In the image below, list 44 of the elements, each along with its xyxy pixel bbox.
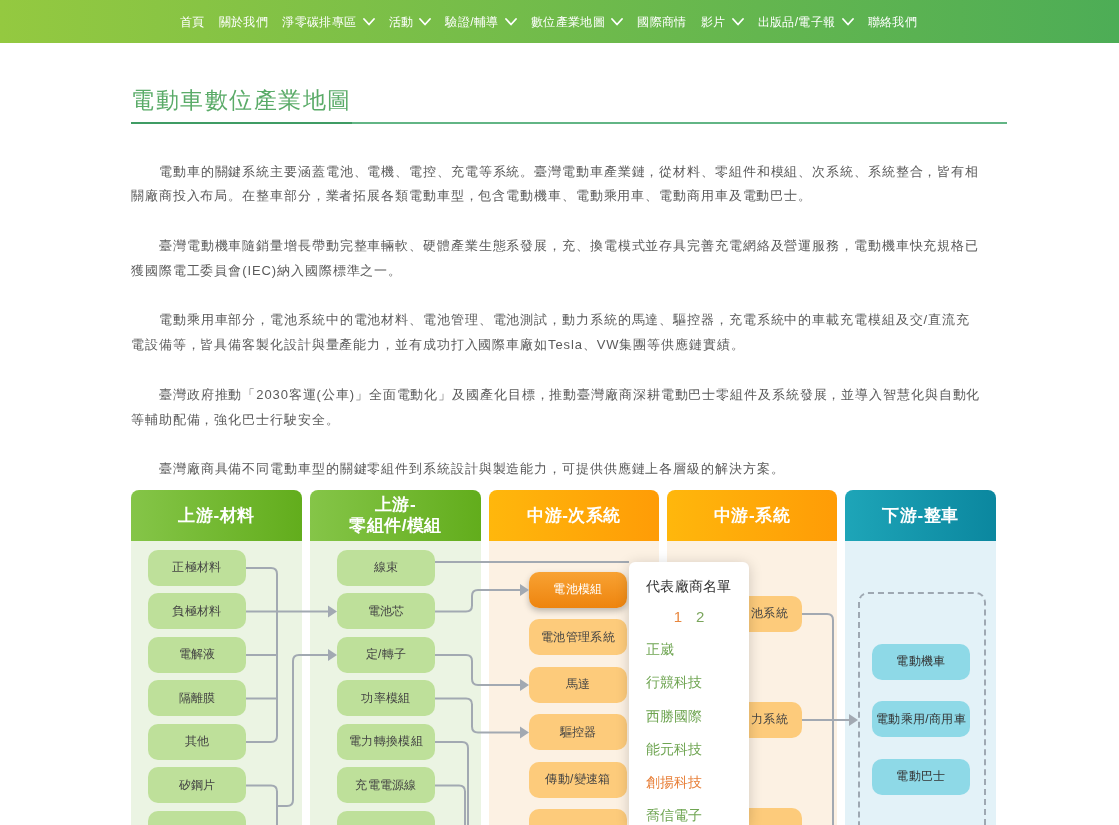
diagram-node[interactable]: 驅控器 xyxy=(529,714,627,751)
diagram-node[interactable]: 電動機車 xyxy=(872,643,970,680)
diagram-node[interactable]: 電動乘用/商用車 xyxy=(872,701,970,738)
column-header: 中游-次系統 xyxy=(489,489,659,541)
diagram-node[interactable]: 電力轉換模組 xyxy=(337,723,435,760)
chevron-icon xyxy=(504,17,517,26)
diagram-node[interactable]: 正極材料 xyxy=(148,549,246,586)
diagram-node[interactable]: 負極材料 xyxy=(148,593,246,630)
paragraph: 電動車的關鍵系統主要涵蓋電池、電機、電控、充電等系統。臺灣電動車產業鏈，從材料、零組件和模組、次系統、系統整合，皆有相 關廠商投入布局。在整車部分，業者拓展各類電動車型，包含電動機車、電動乘用車、電動商用車及電動巴士。 xyxy=(131,162,981,206)
chevron-icon xyxy=(841,17,854,26)
column-header: 中游-系統 xyxy=(667,489,837,541)
diagram-node[interactable]: 力系統 xyxy=(749,701,802,738)
paragraph: 電動乘用車部分，電池系統中的電池材料、電池管理、電池測試，動力系統的馬達、驅控器，充電系統中的車載充電模組及交/直流充 電設備等，皆具備客製化設計與量產能力，並有成功打入國際車廠如Tesla、VW集團等供應鏈實績。 xyxy=(131,311,971,355)
chevron-icon xyxy=(362,17,375,26)
diagram-node[interactable]: 池系統 xyxy=(749,595,802,632)
diagram-node[interactable]: 線束 xyxy=(337,549,435,586)
diagram-node[interactable]: 充電電源線 xyxy=(337,767,435,804)
diagram-node[interactable] xyxy=(148,810,246,825)
diagram-node[interactable]: 電動巴士 xyxy=(872,758,970,795)
paragraph: 臺灣政府推動「2030客運(公車)」全面電動化」及國產化目標，推動臺灣廠商深耕電動巴士零組件及系統發展，並導入智慧化與自動化 等輔助配備，強化巴士行駛安全。 xyxy=(131,385,982,429)
diagram-node[interactable]: 功率模組 xyxy=(337,680,435,717)
connector-arrow xyxy=(801,713,858,726)
column-header: 上游-材料 xyxy=(131,489,302,541)
column-header: 上游- 零組件/模組 xyxy=(310,489,481,541)
diagram-node[interactable]: 電池管理系統 xyxy=(529,619,627,656)
chevron-icon xyxy=(731,17,744,26)
diagram-node[interactable]: 電解液 xyxy=(148,636,246,673)
paragraph: 臺灣電動機車隨銷量增長帶動完整車輛軟、硬體產業生態系發展，充、換電模式並存具完善充電網絡及營運服務，電動機車快充規格已 獲國際電工委員會(IEC)納入國際標準之一。 xyxy=(131,237,981,280)
diagram-node[interactable]: 傳動/變速箱 xyxy=(529,761,627,798)
popup-title: 代表廠商名單 xyxy=(646,576,732,596)
diagram-node[interactable]: 隔離膜 xyxy=(148,680,246,717)
diagram-node[interactable]: 其他 xyxy=(148,723,246,760)
diagram-node[interactable]: 馬達 xyxy=(529,666,627,703)
paragraph: 臺灣廠商具備不同電動車型的關鍵零組件到系統設計與製造能力，可提供供應鏈上各層級的解決方案。 xyxy=(158,460,786,479)
diagram-node[interactable]: 電池芯 xyxy=(337,593,435,630)
column-header: 下游-整車 xyxy=(845,489,996,541)
chevron-icon xyxy=(419,17,432,26)
diagram-node[interactable]: 定/轉子 xyxy=(337,636,435,673)
chevron-icon xyxy=(611,17,624,26)
page-title: 電動車數位產業地圖 xyxy=(131,84,352,124)
diagram-node[interactable] xyxy=(529,809,627,825)
diagram-node[interactable] xyxy=(749,807,802,825)
diagram-node[interactable]: 矽鋼片 xyxy=(148,767,246,804)
diagram-node[interactable] xyxy=(337,810,435,825)
